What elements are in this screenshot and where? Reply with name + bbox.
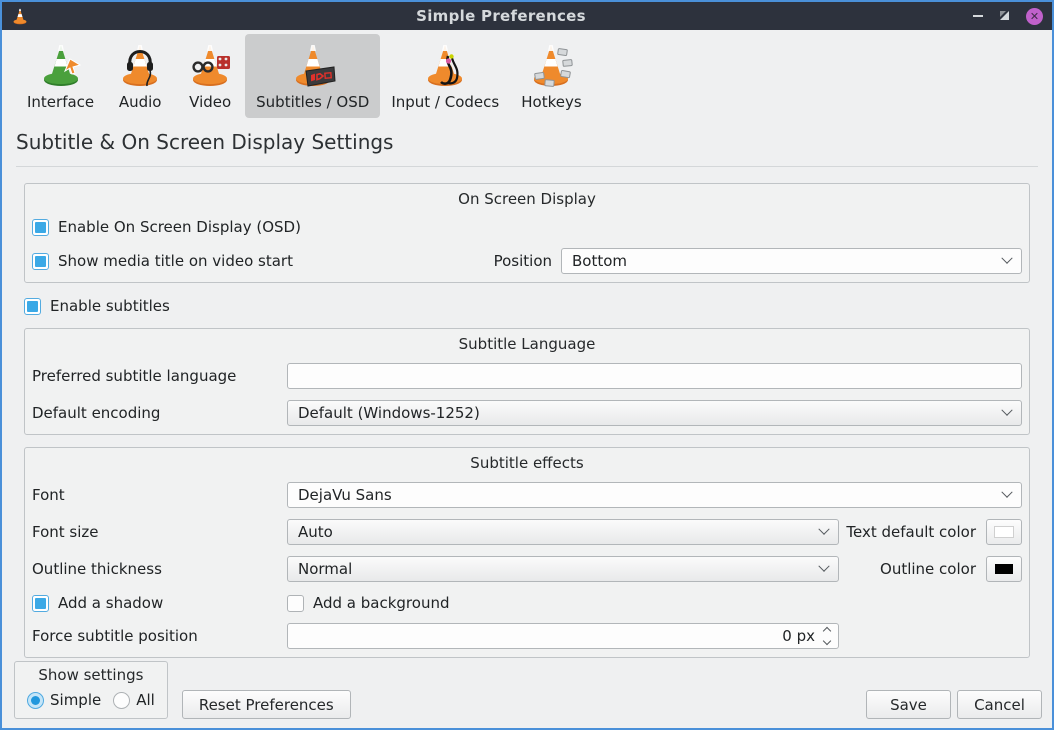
font-size-value: Auto — [298, 523, 812, 541]
osd-group-title: On Screen Display — [32, 190, 1022, 208]
default-encoding-label: Default encoding — [32, 404, 287, 422]
subtitle-effects-group-title: Subtitle effects — [32, 454, 1022, 472]
spin-up-icon — [823, 627, 831, 635]
enable-osd-checkbox[interactable] — [32, 219, 49, 236]
all-radio-label: All — [136, 691, 155, 709]
show-settings-title: Show settings — [27, 666, 155, 684]
white-color-swatch — [995, 527, 1013, 537]
save-button[interactable]: Save — [866, 690, 951, 719]
heading-divider — [16, 166, 1038, 167]
subtitles-osd-icon — [289, 40, 337, 88]
toolbar-item-label: Interface — [27, 93, 94, 111]
outline-thickness-value: Normal — [298, 560, 812, 578]
all-radio[interactable] — [113, 692, 130, 709]
subtitle-language-group: Subtitle Language Preferred subtitle lan… — [24, 328, 1030, 435]
close-icon: ✕ — [1030, 11, 1039, 22]
outline-thickness-label: Outline thickness — [32, 560, 287, 578]
position-value: Bottom — [572, 252, 995, 270]
interface-icon — [37, 40, 85, 88]
font-select[interactable]: DejaVu Sans — [287, 482, 1022, 508]
toolbar-item-label: Subtitles / OSD — [256, 93, 369, 111]
enable-osd-label: Enable On Screen Display (OSD) — [58, 218, 301, 236]
add-background-checkbox[interactable] — [287, 595, 304, 612]
position-select[interactable]: Bottom — [561, 248, 1022, 274]
default-encoding-value: Default (Windows-1252) — [298, 404, 995, 422]
preferred-language-input[interactable] — [287, 363, 1022, 389]
enable-subtitles-checkbox[interactable] — [24, 298, 41, 315]
toolbar-item-input-codecs[interactable]: Input / Codecs — [380, 34, 510, 118]
page-title: Subtitle & On Screen Display Settings — [16, 130, 1038, 154]
show-settings-group: Show settings Simple All — [14, 661, 168, 719]
show-media-title-label: Show media title on video start — [58, 252, 293, 270]
maximize-button[interactable] — [998, 7, 1011, 26]
preferences-toolbar: Interface Audio Video — [2, 30, 1052, 116]
minimize-button[interactable] — [973, 15, 983, 17]
window-controls: ✕ — [973, 7, 1043, 26]
simple-preferences-window: Simple Preferences ✕ Interface — [0, 0, 1054, 730]
toolbar-item-label: Video — [189, 93, 231, 111]
toolbar-item-hotkeys[interactable]: Hotkeys — [510, 34, 592, 118]
window-title: Simple Preferences — [29, 7, 973, 25]
vlc-cone-icon — [11, 7, 29, 25]
simple-radio-label: Simple — [50, 691, 101, 709]
spin-down-icon — [823, 637, 831, 645]
titlebar: Simple Preferences ✕ — [2, 2, 1052, 30]
preferred-language-label: Preferred subtitle language — [32, 367, 287, 385]
toolbar-item-label: Hotkeys — [521, 93, 581, 111]
toolbar-item-audio[interactable]: Audio — [105, 34, 175, 118]
close-button[interactable]: ✕ — [1026, 8, 1043, 25]
simple-radio[interactable] — [27, 692, 44, 709]
toolbar-item-label: Audio — [119, 93, 162, 111]
text-default-color-button[interactable] — [986, 519, 1022, 545]
outline-thickness-select[interactable]: Normal — [287, 556, 839, 582]
enable-subtitles-label: Enable subtitles — [50, 297, 170, 315]
show-settings-all-option[interactable]: All — [113, 691, 155, 709]
font-size-label: Font size — [32, 523, 287, 541]
maximize-icon — [998, 9, 1011, 22]
chevron-down-icon — [1001, 253, 1012, 264]
toolbar-item-subtitles-osd[interactable]: Subtitles / OSD — [245, 34, 380, 118]
position-label: Position — [494, 252, 552, 270]
default-encoding-select[interactable]: Default (Windows-1252) — [287, 400, 1022, 426]
toolbar-item-interface[interactable]: Interface — [16, 34, 105, 118]
enable-subtitles-row: Enable subtitles — [24, 297, 1030, 315]
chevron-down-icon — [1001, 487, 1012, 498]
font-label: Font — [32, 486, 287, 504]
black-color-swatch — [995, 564, 1013, 574]
chevron-down-icon — [818, 561, 829, 572]
reset-preferences-button[interactable]: Reset Preferences — [182, 690, 351, 719]
spinner-arrows[interactable] — [824, 628, 830, 644]
font-value: DejaVu Sans — [298, 486, 995, 504]
input-codecs-icon — [421, 40, 469, 88]
hotkeys-icon — [527, 40, 575, 88]
chevron-down-icon — [1001, 405, 1012, 416]
video-icon — [186, 40, 234, 88]
subtitle-effects-group: Subtitle effects Font DejaVu Sans Font s… — [24, 447, 1030, 658]
force-subtitle-position-spinner[interactable]: 0 px — [287, 623, 839, 649]
font-size-select[interactable]: Auto — [287, 519, 839, 545]
chevron-down-icon — [818, 524, 829, 535]
add-shadow-label: Add a shadow — [58, 594, 163, 612]
show-media-title-checkbox[interactable] — [32, 253, 49, 270]
toolbar-item-label: Input / Codecs — [391, 93, 499, 111]
add-background-label: Add a background — [313, 594, 450, 612]
text-default-color-label: Text default color — [846, 523, 976, 541]
outline-color-label: Outline color — [880, 560, 976, 578]
toolbar-item-video[interactable]: Video — [175, 34, 245, 118]
cancel-button[interactable]: Cancel — [957, 690, 1042, 719]
outline-color-button[interactable] — [986, 556, 1022, 582]
osd-group: On Screen Display Enable On Screen Displ… — [24, 183, 1030, 283]
audio-icon — [116, 40, 164, 88]
show-settings-simple-option[interactable]: Simple — [27, 691, 101, 709]
force-subtitle-position-label: Force subtitle position — [32, 627, 287, 645]
add-shadow-checkbox[interactable] — [32, 595, 49, 612]
force-subtitle-position-value: 0 px — [296, 627, 815, 645]
footer: Show settings Simple All Reset Preferenc… — [2, 661, 1052, 728]
subtitle-language-group-title: Subtitle Language — [32, 335, 1022, 353]
